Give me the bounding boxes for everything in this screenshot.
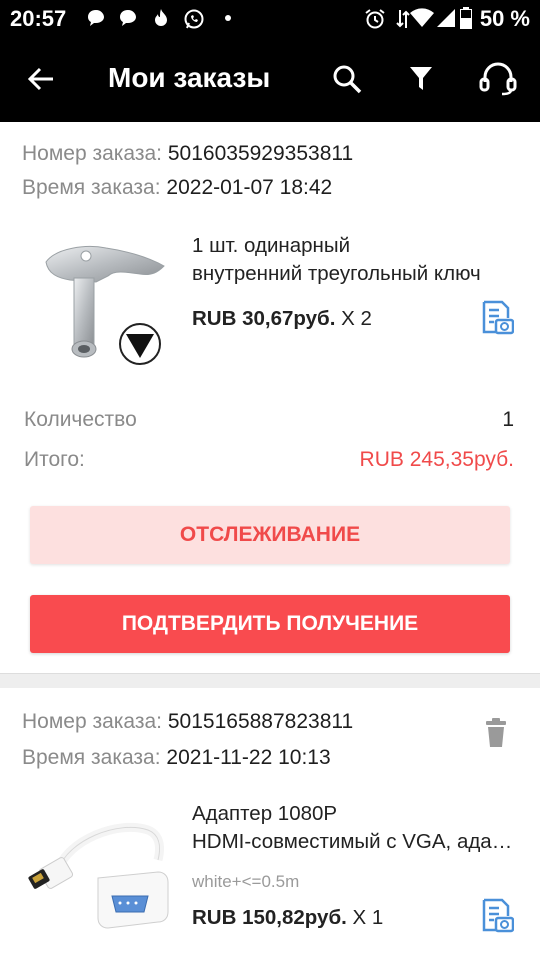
quantity-row: Количество 1 xyxy=(24,408,514,431)
product-variant: white+<=0.5m xyxy=(192,872,300,891)
total-row: Итого: RUB 245,35руб. xyxy=(24,448,514,471)
order-card[interactable]: Номер заказа: 5016035929353811 Время зак… xyxy=(0,122,540,674)
status-bar: 20:57 50 % xyxy=(0,0,540,36)
card-separator xyxy=(0,674,540,688)
support-headset-icon[interactable] xyxy=(478,62,518,96)
app-bar: Мои заказы xyxy=(0,36,540,122)
order-number: Номер заказа: 5016035929353811 xyxy=(22,142,354,165)
product-thumbnail-adapter[interactable] xyxy=(28,800,178,950)
status-time: 20:57 xyxy=(10,6,67,31)
order-card[interactable]: Номер заказа: 5015165887823811 Время зак… xyxy=(0,688,540,960)
order-time-value: 2021-11-22 10:13 xyxy=(166,746,331,769)
photo-review-icon[interactable] xyxy=(480,300,514,336)
filter-icon[interactable] xyxy=(404,62,438,96)
product-multiplier: X 1 xyxy=(352,906,384,929)
page-title: Мои заказы xyxy=(108,62,271,93)
delete-trash-icon[interactable] xyxy=(484,718,508,748)
signal-icon xyxy=(437,9,455,27)
product-name[interactable]: Адаптер 1080P HDMI-совместимый с VGA, ад… xyxy=(192,800,517,856)
confirm-receipt-button[interactable]: ПОДТВЕРДИТЬ ПОЛУЧЕНИЕ xyxy=(30,595,510,653)
dot-icon xyxy=(225,15,231,21)
data-arrows-icon xyxy=(396,10,410,28)
order-number: Номер заказа: 5015165887823811 xyxy=(22,710,354,733)
order-time: Время заказа: 2022-01-07 18:42 xyxy=(22,176,333,199)
product-name[interactable]: 1 шт. одинарный внутренний треугольный к… xyxy=(192,232,517,288)
total-value: RUB 245,35руб. xyxy=(359,448,514,471)
order-number-value: 5016035929353811 xyxy=(167,142,354,165)
chat-icon xyxy=(120,10,136,26)
quantity-value: 1 xyxy=(502,408,514,431)
product-price: RUB 30,67руб. X 2 xyxy=(192,307,372,330)
product-price: RUB 150,82руб. X 1 xyxy=(192,906,384,929)
order-time: Время заказа: 2021-11-22 10:13 xyxy=(22,746,331,769)
battery-percent: 50 % xyxy=(479,6,530,31)
track-order-button[interactable]: ОТСЛЕЖИВАНИЕ xyxy=(30,506,510,564)
fire-icon xyxy=(155,9,167,26)
search-icon[interactable] xyxy=(330,62,364,96)
product-multiplier: X 2 xyxy=(341,307,372,330)
photo-review-icon[interactable] xyxy=(480,898,514,934)
alarm-icon xyxy=(365,9,385,29)
wifi-icon xyxy=(410,8,434,27)
product-thumbnail-key[interactable] xyxy=(28,222,178,372)
back-arrow-icon[interactable] xyxy=(26,64,56,94)
order-number-value: 5015165887823811 xyxy=(167,710,354,733)
order-time-value: 2022-01-07 18:42 xyxy=(166,176,333,199)
battery-icon xyxy=(460,7,472,29)
whatsapp-icon xyxy=(184,9,204,29)
chat-icon xyxy=(88,10,104,26)
